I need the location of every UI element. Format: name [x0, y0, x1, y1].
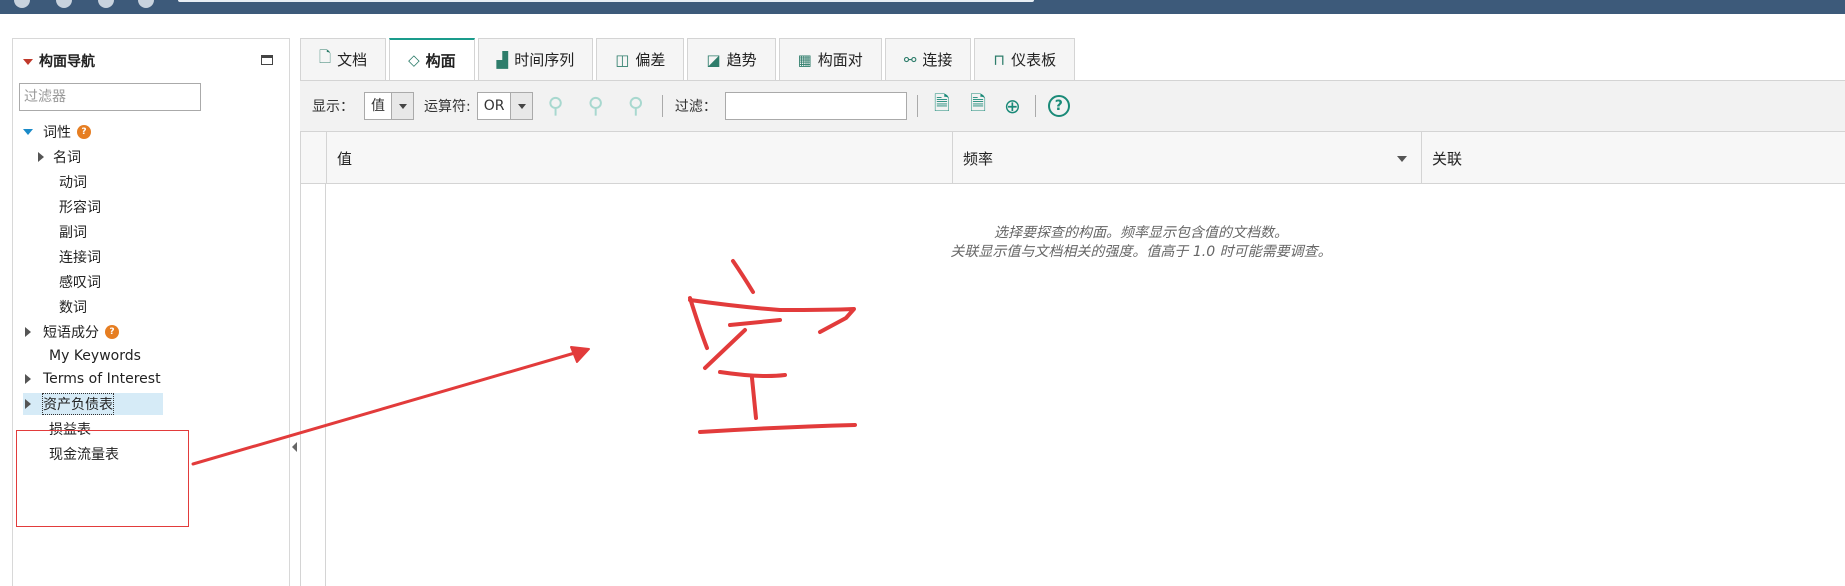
toolbar-divider — [1034, 95, 1036, 117]
tab-trend[interactable]: ◪ 趋势 — [687, 38, 776, 80]
address-bar[interactable] — [178, 0, 1034, 2]
alert-badge-icon: ? — [105, 325, 119, 339]
tree-node-verb[interactable]: 动词 — [59, 171, 87, 193]
collapse-caret-icon[interactable] — [23, 59, 33, 65]
tree-node-my-keywords[interactable]: My Keywords — [49, 345, 141, 367]
tree-node-numeral[interactable]: 数词 — [59, 296, 87, 318]
facet-toolbar: 显示： 值 运算符: OR ⚲ ⚲ ⚲ 过滤： 🗎 🗎 ⊕ ? — [300, 80, 1845, 132]
chevron-down-icon[interactable] — [510, 93, 533, 119]
display-label: 显示： — [312, 99, 354, 115]
tab-time-series[interactable]: ▟ 时间序列 — [477, 38, 594, 80]
search-subtract-icon[interactable]: ⚲ — [588, 94, 604, 119]
tab-deviation[interactable]: ◫ 偏差 — [596, 38, 685, 80]
refresh-icon[interactable] — [98, 0, 114, 8]
document-settings-icon[interactable]: 🗎 — [970, 89, 986, 123]
connection-icon: ⚯ — [903, 50, 917, 69]
collapsed-caret-icon[interactable] — [25, 327, 31, 337]
sort-desc-icon[interactable] — [1397, 156, 1407, 162]
nav-back-icon[interactable] — [14, 0, 30, 8]
filter-input[interactable] — [724, 92, 907, 120]
trend-chart-icon: ◪ — [706, 50, 721, 69]
document-icon: 🗋 — [319, 48, 332, 66]
diamond-icon: ◇ — [408, 51, 420, 69]
area-chart-icon: ▟ — [496, 50, 509, 69]
column-header-relevance[interactable]: 关联 — [1421, 132, 1845, 184]
facet-navigation-header[interactable]: 构面导航 — [23, 51, 95, 71]
top-bar — [0, 0, 1845, 14]
filter-label: 过滤： — [674, 99, 717, 115]
collapsed-caret-icon[interactable] — [25, 374, 31, 384]
minimize-icon[interactable] — [261, 55, 273, 65]
tab-connections[interactable]: ⚯ 连接 — [884, 38, 972, 80]
facet-navigation-title: 构面导航 — [39, 54, 95, 70]
alert-badge-icon: ? — [77, 125, 91, 139]
tab-facet-pairs[interactable]: ▦ 构面对 — [778, 38, 882, 80]
dashboard-icon: ⊓ — [993, 50, 1006, 69]
tree-node-adjective[interactable]: 形容词 — [59, 196, 101, 218]
chevron-down-icon[interactable] — [391, 93, 413, 119]
facet-grid: 值 频率 关联 选择要探查的构面。频率显示包含值的文档数。 关联显示值与文档相关… — [300, 132, 1845, 586]
annotation-highlight-box — [16, 430, 189, 527]
empty-grid-message: 选择要探查的构面。频率显示包含值的文档数。 关联显示值与文档相关的强度。值高于 … — [950, 225, 1332, 260]
toolbar-divider — [661, 95, 663, 117]
table-icon: ▦ — [797, 50, 812, 69]
toolbar-divider — [916, 95, 918, 117]
row-header-column — [301, 184, 326, 586]
tab-dashboard[interactable]: ⊓ 仪表板 — [974, 38, 1076, 80]
collapse-panel-arrow-icon[interactable] — [292, 442, 297, 452]
column-header-value[interactable]: 值 — [326, 132, 952, 184]
tree-node-terms-of-interest[interactable]: Terms of Interest — [25, 368, 161, 390]
tree-node-interjection[interactable]: 感叹词 — [59, 271, 101, 293]
display-select[interactable]: 值 — [364, 92, 414, 120]
collapsed-caret-icon[interactable] — [25, 399, 31, 409]
tree-node-conjunction[interactable]: 连接词 — [59, 246, 101, 268]
panel-splitter[interactable] — [291, 38, 300, 586]
tab-documents[interactable]: 🗋 文档 — [300, 38, 387, 80]
tree-node-balance-sheet[interactable]: 资产负债表 — [23, 393, 163, 415]
operator-select[interactable]: OR — [476, 92, 534, 120]
search-intersect-icon[interactable]: ⚲ — [628, 94, 644, 119]
search-icon[interactable]: ⚲ — [547, 94, 563, 119]
grid-header: 值 频率 关联 — [301, 132, 1845, 184]
nav-forward-icon[interactable] — [56, 0, 72, 8]
zoom-in-icon[interactable]: ⊕ — [1004, 94, 1021, 118]
expanded-caret-icon[interactable] — [23, 129, 33, 135]
view-tabs: 🗋 文档 ◇ 构面 ▟ 时间序列 ◫ 偏差 ◪ 趋势 ▦ 构面对 ⚯ 连接 ⊓ 仪表板 — [300, 38, 1078, 80]
tree-node-part-of-speech[interactable]: 词性 ? — [23, 121, 91, 143]
tree-node-adverb[interactable]: 副词 — [59, 221, 87, 243]
export-document-icon[interactable]: 🗎 — [934, 89, 950, 123]
operator-label: 运算符: — [424, 99, 471, 115]
nav-filter-input[interactable] — [19, 83, 201, 111]
tree-node-phrase-components[interactable]: 短语成分 ? — [25, 321, 119, 343]
home-icon[interactable] — [138, 0, 154, 8]
line-chart-icon: ◫ — [615, 50, 630, 69]
help-icon[interactable]: ? — [1047, 95, 1070, 117]
tree-node-noun[interactable]: 名词 — [38, 146, 81, 168]
tab-facets[interactable]: ◇ 构面 — [389, 38, 475, 80]
column-header-frequency[interactable]: 频率 — [952, 132, 1421, 184]
collapsed-caret-icon[interactable] — [38, 152, 44, 162]
